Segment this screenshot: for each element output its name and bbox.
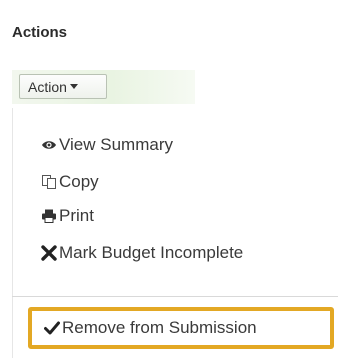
menu-item-mark-budget-incomplete[interactable]: Mark Budget Incomplete [40,240,243,266]
menu-item-view-summary[interactable]: View Summary [40,132,173,158]
action-button-label: Action [28,78,67,95]
menu-divider [12,296,338,297]
x-icon [40,244,58,262]
actions-heading: Actions [12,24,68,41]
menu-item-copy[interactable]: Copy [40,169,99,195]
menu-item-label: Copy [59,172,99,191]
copy-icon [40,173,58,191]
menu-item-remove-from-submission[interactable]: Remove from Submission [44,315,257,341]
eye-icon [40,136,58,154]
menu-item-label: View Summary [59,135,173,154]
menu-item-label: Mark Budget Incomplete [59,243,244,262]
menu-item-label: Print [59,206,94,225]
menu-item-label: Remove from Submission [62,318,257,337]
checkmark-icon [44,319,60,337]
action-dropdown-button[interactable]: Action [19,74,107,99]
print-icon [40,207,58,225]
caret-down-icon [69,84,78,89]
menu-item-print[interactable]: Print [40,203,94,229]
